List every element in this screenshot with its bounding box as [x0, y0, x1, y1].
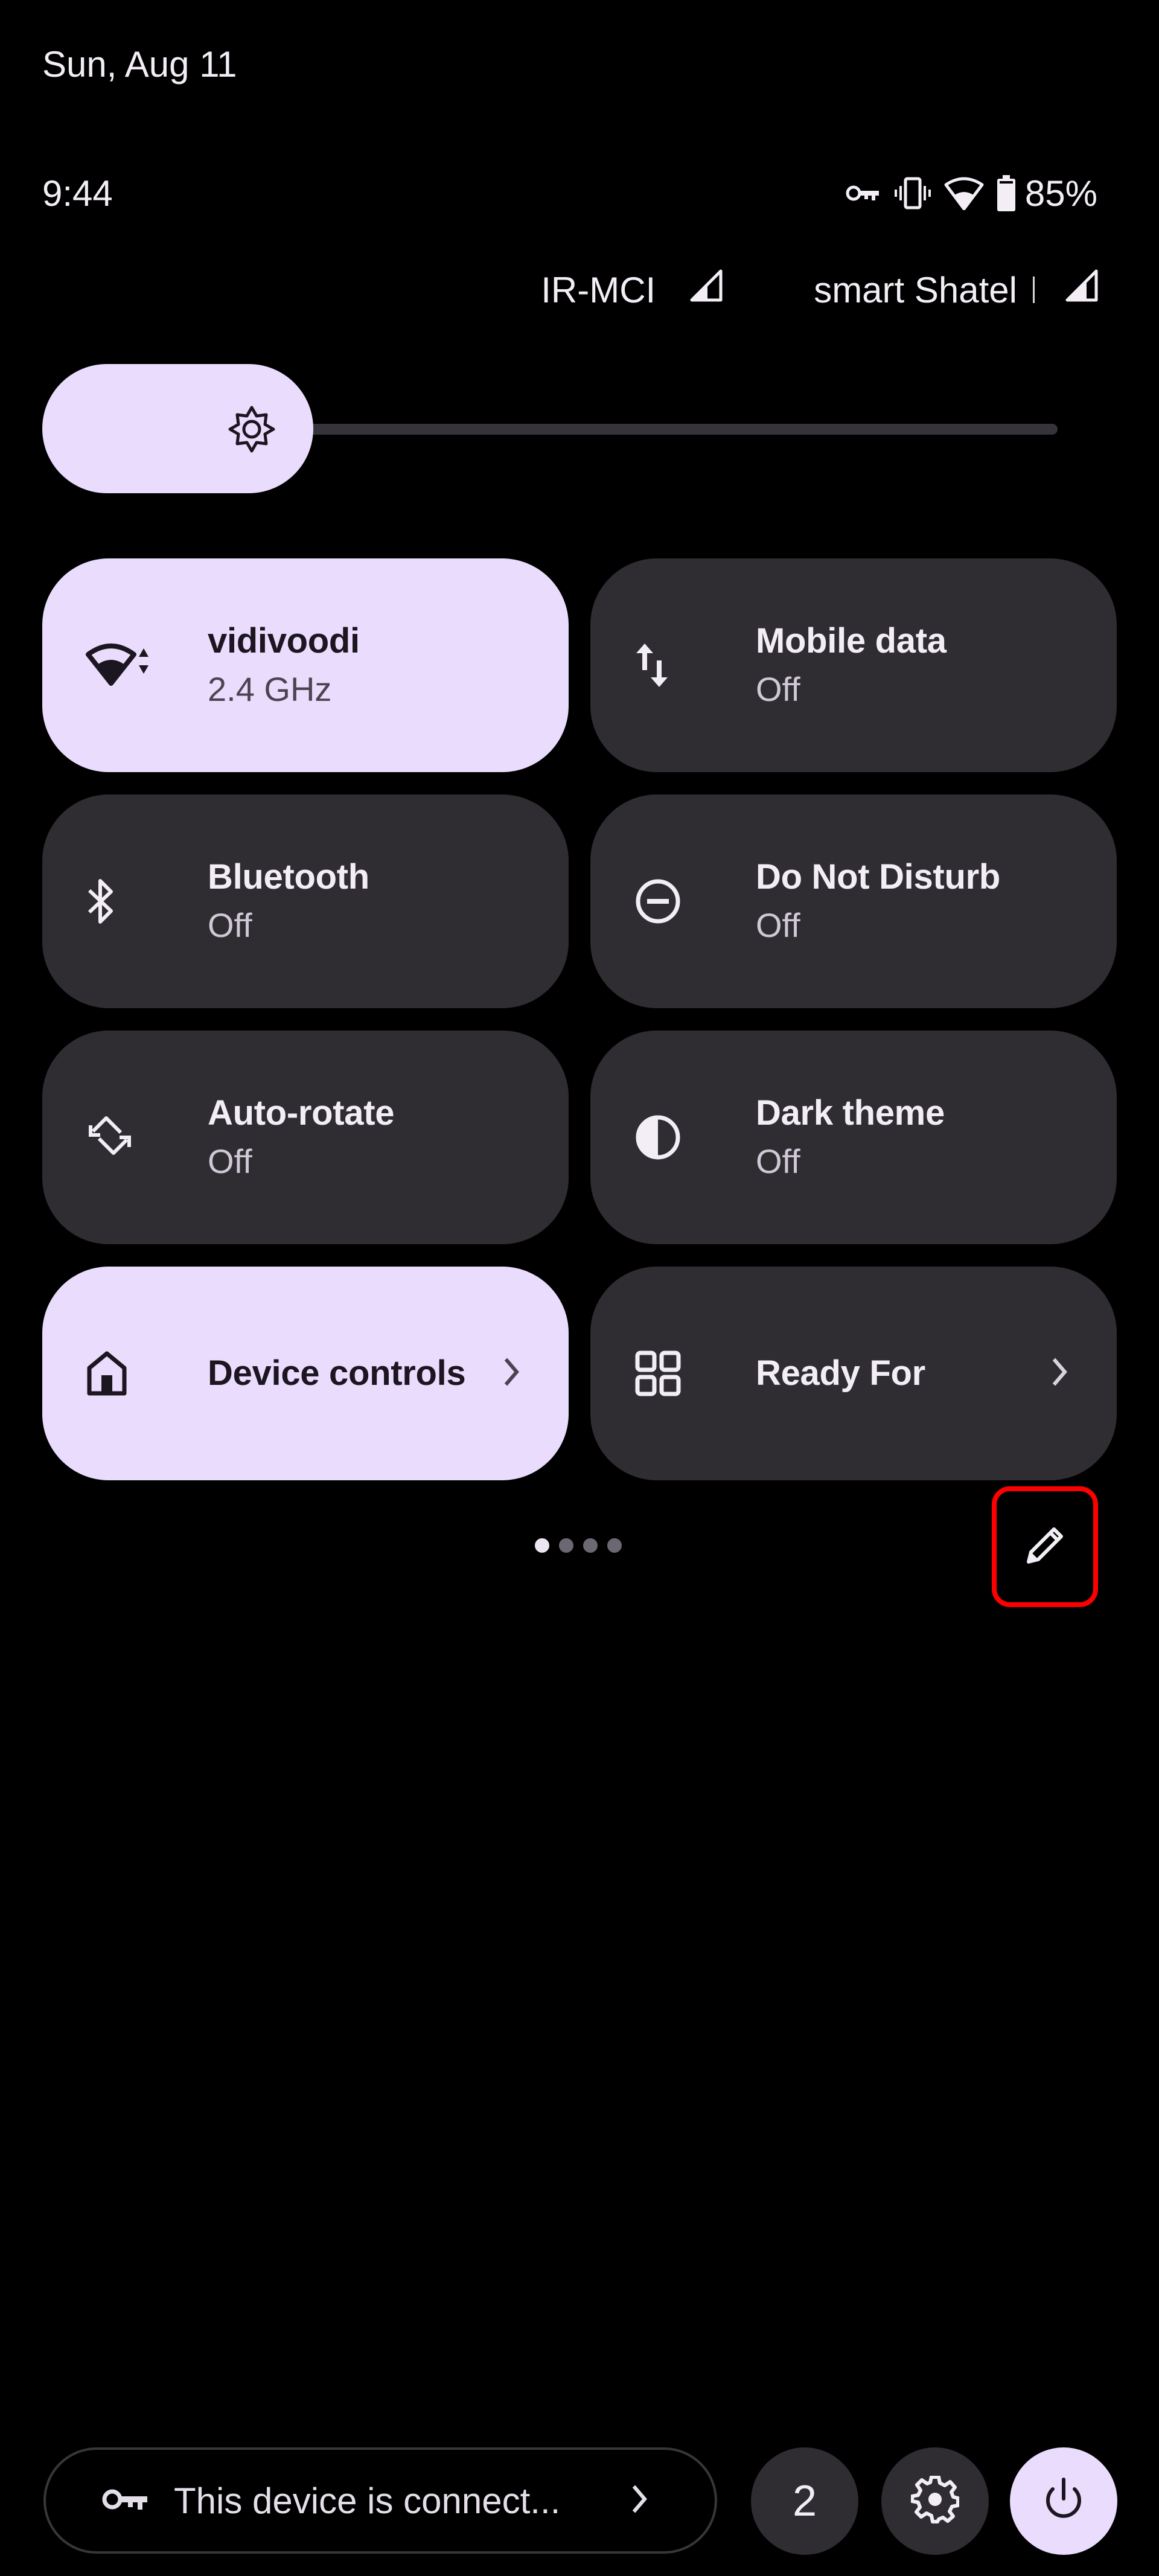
carrier-name: IR-MCI	[541, 269, 656, 310]
mobile-data-icon	[634, 644, 700, 687]
chevron-right-icon	[502, 1357, 520, 1390]
tile-wifi[interactable]: vidivoodi 2.4 GHz	[42, 558, 569, 772]
do-not-disturb-icon	[634, 877, 700, 925]
tile-texts: Dark theme Off	[756, 1089, 945, 1186]
dark-theme-icon	[634, 1113, 700, 1162]
tile-do-not-disturb[interactable]: Do Not Disturb Off	[590, 794, 1117, 1008]
tile-device-controls[interactable]: Device controls	[42, 1267, 569, 1480]
cell-signal-icon	[1065, 269, 1099, 311]
gear-icon	[910, 2475, 960, 2527]
tile-sub: Off	[756, 670, 800, 708]
multi-user-button[interactable]: 2	[751, 2447, 858, 2555]
chevron-right-icon	[1050, 1357, 1068, 1390]
battery-icon	[997, 175, 1015, 211]
tile-texts: Mobile data Off	[756, 617, 947, 714]
tile-label: Auto-rotate	[208, 1093, 395, 1133]
carrier-2: smart Shatel	[814, 269, 1099, 311]
power-button[interactable]	[1010, 2447, 1117, 2555]
page-dot[interactable]	[535, 1538, 549, 1553]
tile-label: Bluetooth	[208, 857, 369, 896]
tile-texts: Device controls	[208, 1349, 466, 1398]
page-dot[interactable]	[583, 1538, 598, 1553]
auto-rotate-icon	[86, 1113, 152, 1162]
battery-percent: 85%	[1024, 173, 1097, 214]
carrier-name: smart Shatel	[814, 269, 1017, 310]
wifi-icon	[86, 641, 152, 689]
carrier-1: IR-MCI	[541, 269, 723, 311]
grid-icon	[634, 1349, 700, 1398]
tile-texts: Ready For	[756, 1349, 925, 1398]
tile-label: Dark theme	[756, 1093, 945, 1133]
tile-label: Mobile data	[756, 621, 947, 660]
page-indicator[interactable]	[535, 1538, 622, 1553]
tile-sub: Off	[756, 1142, 800, 1180]
bluetooth-icon	[86, 877, 152, 925]
cell-signal-icon	[689, 269, 723, 311]
tile-sub: Off	[208, 1142, 252, 1180]
brightness-track[interactable]	[273, 424, 1058, 435]
page-dot[interactable]	[607, 1538, 622, 1553]
security-footer-button[interactable]: This device is connect...	[43, 2447, 717, 2554]
tile-bluetooth[interactable]: Bluetooth Off	[42, 794, 569, 1008]
status-bar-icons: 85%	[845, 169, 1097, 217]
tile-auto-rotate[interactable]: Auto-rotate Off	[42, 1031, 569, 1244]
page-dot[interactable]	[559, 1538, 573, 1553]
wifi-icon	[944, 176, 984, 210]
tile-texts: Bluetooth Off	[208, 853, 369, 950]
tile-label: vidivoodi	[208, 621, 360, 660]
tile-mobile-data[interactable]: Mobile data Off	[590, 558, 1117, 772]
tile-sub: Off	[756, 906, 800, 944]
power-icon	[1039, 2476, 1088, 2527]
tile-texts: Auto-rotate Off	[208, 1089, 395, 1186]
tile-texts: vidivoodi 2.4 GHz	[208, 617, 360, 714]
vpn-key-icon	[845, 181, 881, 205]
settings-button[interactable]	[881, 2447, 989, 2555]
date-label: Sun, Aug 11	[42, 44, 237, 85]
tile-dark-theme[interactable]: Dark theme Off	[590, 1031, 1117, 1244]
vibrate-icon	[894, 176, 931, 210]
pencil-icon	[1024, 1524, 1066, 1570]
edit-tiles-button[interactable]	[992, 1486, 1098, 1607]
brightness-thumb[interactable]	[42, 364, 313, 493]
brightness-slider[interactable]	[42, 364, 1058, 493]
home-icon	[86, 1351, 152, 1396]
separator	[1033, 276, 1035, 303]
tile-texts: Do Not Disturb Off	[756, 853, 1000, 950]
vpn-key-icon	[101, 2484, 150, 2517]
tile-label: Do Not Disturb	[756, 857, 1000, 896]
tile-sub: 2.4 GHz	[208, 670, 332, 708]
tile-ready-for[interactable]: Ready For	[590, 1267, 1117, 1480]
chevron-right-icon	[630, 2484, 648, 2517]
tile-label: Device controls	[208, 1354, 466, 1393]
security-footer-text: This device is connect...	[174, 2480, 561, 2521]
clock: 9:44	[42, 173, 113, 214]
user-count: 2	[792, 2477, 817, 2525]
carrier-row: IR-MCI smart Shatel	[541, 266, 1099, 314]
tile-sub: Off	[208, 906, 252, 944]
tile-label: Ready For	[756, 1354, 925, 1393]
